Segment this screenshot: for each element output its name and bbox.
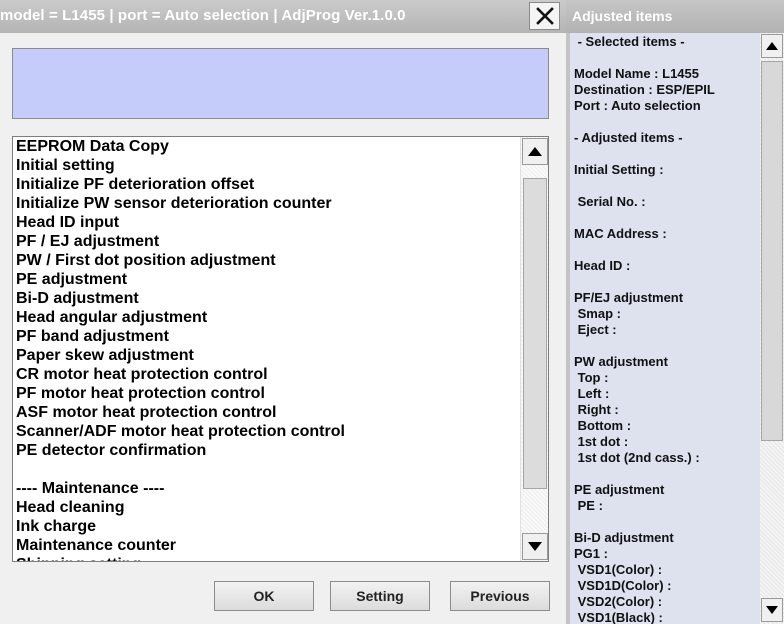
adjusted-item-line: - Selected items - bbox=[574, 34, 685, 49]
list-item[interactable]: Head angular adjustment bbox=[16, 308, 516, 327]
adjusted-item-line: 1st dot (2nd cass.) : bbox=[574, 450, 700, 465]
close-icon bbox=[535, 7, 554, 25]
title-bar: model = L1455 | port = Auto selection | … bbox=[0, 0, 566, 33]
adjusted-item-line bbox=[574, 514, 760, 530]
list-item[interactable]: Paper skew adjustment bbox=[16, 346, 516, 365]
triangle-down-icon bbox=[528, 542, 542, 551]
list-scroll-down-button[interactable] bbox=[522, 533, 548, 560]
list-item[interactable]: Scanner/ADF motor heat protection contro… bbox=[16, 422, 516, 441]
list-item[interactable]: PE adjustment bbox=[16, 270, 516, 289]
list-item[interactable]: PF motor heat protection control bbox=[16, 384, 516, 403]
list-scroll-up-button[interactable] bbox=[522, 138, 548, 165]
triangle-up-icon bbox=[528, 147, 542, 156]
adjusted-item-line: VSD2(Color) : bbox=[574, 594, 663, 609]
list-item[interactable]: PW / First dot position adjustment bbox=[16, 251, 516, 270]
list-item[interactable]: Head ID input bbox=[16, 213, 516, 232]
setting-button[interactable]: Setting bbox=[330, 581, 430, 611]
side-scroll-up-button[interactable] bbox=[761, 34, 783, 58]
status-message-box bbox=[12, 48, 549, 119]
adjusted-item-line: 1st dot : bbox=[574, 434, 629, 449]
adjusted-item-line: PG1 : bbox=[574, 546, 608, 561]
adjusted-item-line: MAC Address : bbox=[574, 226, 667, 241]
adjusted-item-line: PE : bbox=[574, 498, 603, 513]
adjusted-item-line bbox=[574, 114, 760, 130]
list-item[interactable] bbox=[16, 460, 516, 479]
adjusted-items-lines: - Selected items - Model Name : L1455 Dest… bbox=[574, 34, 760, 624]
adjusted-item-line: Model Name : L1455 bbox=[574, 66, 699, 81]
list-item[interactable]: PF band adjustment bbox=[16, 327, 516, 346]
adjusted-item-line: PW adjustment bbox=[574, 354, 668, 369]
adjusted-item-line bbox=[574, 338, 760, 354]
adjusted-item-line bbox=[574, 146, 760, 162]
side-scroll-down-button[interactable] bbox=[761, 598, 783, 622]
adjusted-item-line: Smap : bbox=[574, 306, 621, 321]
list-item[interactable]: ---- Maintenance ---- bbox=[16, 479, 516, 498]
adjusted-item-line: Bi-D adjustment bbox=[574, 530, 674, 545]
adjusted-item-line bbox=[574, 274, 760, 290]
list-scroll-thumb[interactable] bbox=[523, 178, 547, 489]
adjusted-item-line: VSD1D(Color) : bbox=[574, 578, 672, 593]
adjusted-item-line: VSD1(Black) : bbox=[574, 610, 663, 624]
list-item[interactable]: Bi-D adjustment bbox=[16, 289, 516, 308]
list-item[interactable]: Initial setting bbox=[16, 156, 516, 175]
adjusted-item-line: Head ID : bbox=[574, 258, 631, 273]
adjusted-item-line: VSD1(Color) : bbox=[574, 562, 663, 577]
list-scrollbar[interactable] bbox=[520, 137, 548, 561]
adjusted-item-line bbox=[574, 178, 760, 194]
adjusted-item-line: Destination : ESP/EPIL bbox=[574, 82, 715, 97]
adjusted-item-line: Initial Setting : bbox=[574, 162, 664, 177]
adjusted-item-line: Port : Auto selection bbox=[574, 98, 701, 113]
list-item[interactable]: PE detector confirmation bbox=[16, 441, 516, 460]
side-scroll-thumb[interactable] bbox=[761, 61, 783, 441]
list-item[interactable]: EEPROM Data Copy bbox=[16, 137, 516, 156]
adjusted-items-content: - Selected items - Model Name : L1455 Dest… bbox=[570, 33, 760, 624]
adjusted-item-line: Left : bbox=[574, 386, 610, 401]
list-item[interactable]: ASF motor heat protection control bbox=[16, 403, 516, 422]
adjusted-item-line: PF/EJ adjustment bbox=[574, 290, 684, 305]
list-item[interactable]: Initialize PF deterioration offset bbox=[16, 175, 516, 194]
list-item[interactable]: Head cleaning bbox=[16, 498, 516, 517]
adjustment-program-window: model = L1455 | port = Auto selection | … bbox=[0, 0, 566, 624]
adjustment-list[interactable]: EEPROM Data Copy Initial setting Initializ… bbox=[12, 136, 549, 562]
side-panel-title: Adjusted items bbox=[572, 8, 673, 24]
list-item[interactable]: Maintenance counter bbox=[16, 536, 516, 555]
list-item[interactable]: Ink charge bbox=[16, 517, 516, 536]
adjusted-item-line: Serial No. : bbox=[574, 194, 646, 209]
adjustment-list-items: EEPROM Data Copy Initial setting Initializ… bbox=[16, 137, 516, 561]
list-item[interactable]: PF / EJ adjustment bbox=[16, 232, 516, 251]
list-item[interactable]: CR motor heat protection control bbox=[16, 365, 516, 384]
adjusted-item-line bbox=[574, 466, 760, 482]
adjusted-item-line: Eject : bbox=[574, 322, 617, 337]
adjusted-item-line: PE adjustment bbox=[574, 482, 665, 497]
triangle-down-icon bbox=[766, 606, 778, 614]
adjusted-item-line: - Adjusted items - bbox=[574, 130, 683, 145]
adjusted-item-line bbox=[574, 50, 760, 66]
adjusted-items-panel: Adjusted items - Selected items - Model N… bbox=[566, 0, 784, 624]
adjusted-item-line: Top : bbox=[574, 370, 609, 385]
list-item[interactable]: Initialize PW sensor deterioration count… bbox=[16, 194, 516, 213]
adjusted-item-line bbox=[574, 210, 760, 226]
triangle-up-icon bbox=[766, 42, 778, 50]
adjusted-item-line: Bottom : bbox=[574, 418, 632, 433]
list-item[interactable]: Shipping setting bbox=[16, 555, 516, 561]
adjusted-item-line: Right : bbox=[574, 402, 619, 417]
ok-button[interactable]: OK bbox=[214, 581, 314, 611]
side-scrollbar[interactable] bbox=[760, 33, 784, 624]
previous-button[interactable]: Previous bbox=[450, 581, 550, 611]
side-title-bar: Adjusted items bbox=[566, 0, 784, 33]
close-button[interactable] bbox=[529, 2, 560, 30]
window-title: model = L1455 | port = Auto selection | … bbox=[0, 7, 406, 24]
adjusted-item-line bbox=[574, 242, 760, 258]
